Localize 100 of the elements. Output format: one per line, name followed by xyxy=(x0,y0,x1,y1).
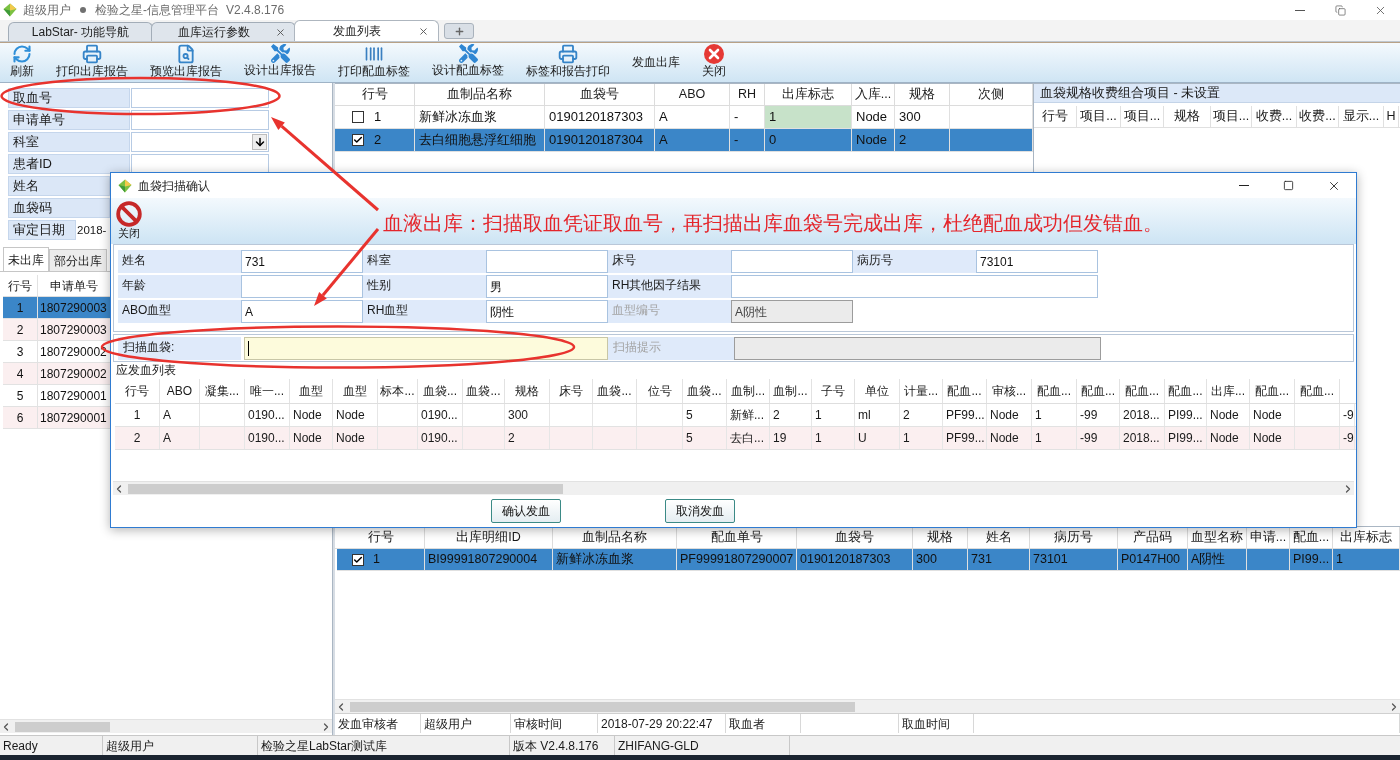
tab[interactable]: 部分出库 xyxy=(49,249,107,271)
input-field[interactable] xyxy=(486,250,608,273)
toolbar-button[interactable]: 设计配血标签 xyxy=(422,43,514,82)
dropdown-button[interactable] xyxy=(252,134,267,150)
checkbox[interactable] xyxy=(352,111,364,123)
table-row[interactable]: 2 去白细胞悬浮红细胞 0190120187304 A - 0 Node 2 xyxy=(335,129,1033,152)
dropdown-field[interactable] xyxy=(131,132,269,152)
input-field[interactable] xyxy=(131,154,269,174)
table-cell: 2 xyxy=(900,404,943,426)
table-row[interactable]: 2 1807290003 xyxy=(3,319,110,341)
table-row[interactable]: 3 1807290002 xyxy=(3,341,110,363)
input-field[interactable] xyxy=(241,275,363,298)
tab[interactable]: 发血列表 xyxy=(294,20,439,41)
input-field[interactable] xyxy=(731,275,1098,298)
horizontal-scrollbar[interactable] xyxy=(335,699,1400,713)
tools-icon xyxy=(458,44,478,63)
input-field[interactable]: 73101 xyxy=(976,250,1098,273)
table-cell: 1 xyxy=(900,427,943,449)
input-field[interactable] xyxy=(131,88,269,108)
column-header: 行号 xyxy=(115,379,160,403)
column-header: 血型 xyxy=(333,379,378,403)
close-button[interactable]: 关闭 xyxy=(116,198,142,239)
dialog-button[interactable]: 取消发血 xyxy=(665,499,735,523)
checkbox[interactable] xyxy=(352,134,364,146)
table-cell-text: 1807290002 xyxy=(39,365,108,383)
table-cell: PI99... xyxy=(1165,404,1207,426)
input-field[interactable]: 阴性 xyxy=(486,300,608,323)
table-row[interactable]: 6 1807290001 xyxy=(3,407,110,429)
maximize-icon xyxy=(1283,180,1294,191)
field-label: 科室 xyxy=(363,250,486,273)
table-cell: PF99991807290007 xyxy=(677,549,797,570)
input-field[interactable]: A xyxy=(241,300,363,323)
close-icon[interactable] xyxy=(275,26,286,38)
table-row[interactable]: 1 新鲜冰冻血浆 0190120187303 A - 1 Node 300 xyxy=(335,106,1033,129)
toolbar-button[interactable]: 设计出库报告 xyxy=(234,43,326,82)
toolbar-button[interactable]: 发血出库 xyxy=(622,43,690,82)
input-field[interactable]: 男 xyxy=(486,275,608,298)
dialog-button[interactable]: 确认发血 xyxy=(491,499,561,523)
table-cell: A xyxy=(160,427,200,449)
table-row[interactable]: 5 1807290001 xyxy=(3,385,110,407)
table-cell: 去白细胞悬浮红细胞 xyxy=(415,129,545,151)
table-cell: 0190... xyxy=(245,404,290,426)
input-field[interactable] xyxy=(131,110,269,130)
table-cell: Node xyxy=(290,427,333,449)
table-cell-text: 1807290001 xyxy=(39,387,108,405)
window-title: 检验之星-信息管理平台 xyxy=(95,2,219,19)
scrollbar-thumb[interactable] xyxy=(15,721,110,732)
column-header: 规格 xyxy=(1164,106,1211,127)
table-cell: 0190... xyxy=(418,427,463,449)
footer-label: 审核时间 xyxy=(511,714,598,733)
table-cell-text: 1807290003 xyxy=(39,321,108,339)
tab[interactable]: 未出库 xyxy=(3,247,49,271)
table-row[interactable]: 4 1807290002 xyxy=(3,363,110,385)
table-row[interactable]: 1 1807290003 xyxy=(3,297,110,319)
new-tab-button[interactable] xyxy=(444,23,474,39)
table-cell: 1 xyxy=(1032,427,1077,449)
tab[interactable]: LabStar- 功能导航 xyxy=(8,22,153,41)
row-number: 1 xyxy=(373,551,380,569)
table-cell: 0190... xyxy=(418,404,463,426)
toolbar-button[interactable]: 标签和报告打印 xyxy=(516,43,620,82)
refresh-icon xyxy=(12,44,32,64)
column-header: 配血... xyxy=(1295,379,1340,403)
column-header: 配血... xyxy=(1077,379,1120,403)
app-logo-icon xyxy=(3,3,17,17)
tab[interactable]: 血库运行参数 xyxy=(151,22,296,41)
checkbox[interactable] xyxy=(352,553,364,566)
field-label: 年龄 xyxy=(118,275,241,298)
minimize-icon xyxy=(1238,185,1249,186)
table-cell: 19 xyxy=(770,427,812,449)
table-cell: A xyxy=(655,106,730,128)
input-field[interactable] xyxy=(731,250,853,273)
table-cell: 300 xyxy=(505,404,550,426)
toolbar-button[interactable]: 打印配血标签 xyxy=(328,43,420,82)
column-header: 血袋... xyxy=(593,379,637,403)
row-number: 1 xyxy=(374,108,382,127)
table-cell: U xyxy=(855,427,900,449)
close-icon[interactable] xyxy=(418,25,429,37)
toolbar-button[interactable]: 打印出库报告 xyxy=(46,43,138,82)
table-cell-text: 1807290003 xyxy=(39,299,108,317)
table-cell: 1 xyxy=(115,404,160,426)
column-header: 血制... xyxy=(727,379,770,403)
input-field[interactable]: 731 xyxy=(241,250,363,273)
column-header: 唯一... xyxy=(245,379,290,403)
column-header: 出库... xyxy=(1207,379,1250,403)
toolbar-button[interactable]: 预览出库报告 xyxy=(140,43,232,82)
table-row[interactable]: 1 BI99991807290004 新鲜冰冻血浆 PF99991807290007 0190120187303 300 731 73101 P0147H00 A阴性 PI99... 1 xyxy=(337,549,1400,571)
toolbar-button[interactable]: 刷新 xyxy=(0,43,44,82)
scrollbar-thumb[interactable] xyxy=(350,701,855,712)
column-header: 出库标志 xyxy=(765,84,852,105)
table-cell: 1 xyxy=(765,106,852,128)
table-cell: - xyxy=(730,129,765,151)
scrollbar-thumb[interactable] xyxy=(128,483,563,494)
column-header: 血制品名称 xyxy=(415,84,545,105)
input-field[interactable] xyxy=(244,336,608,360)
field-label: 姓名 xyxy=(8,176,110,196)
horizontal-scrollbar[interactable] xyxy=(113,481,1354,495)
horizontal-scrollbar[interactable] xyxy=(0,719,332,733)
field-label: 扫描血袋: xyxy=(118,336,241,360)
toolbar-button[interactable]: 关闭 xyxy=(692,43,736,82)
table-cell: 1 xyxy=(1032,404,1077,426)
